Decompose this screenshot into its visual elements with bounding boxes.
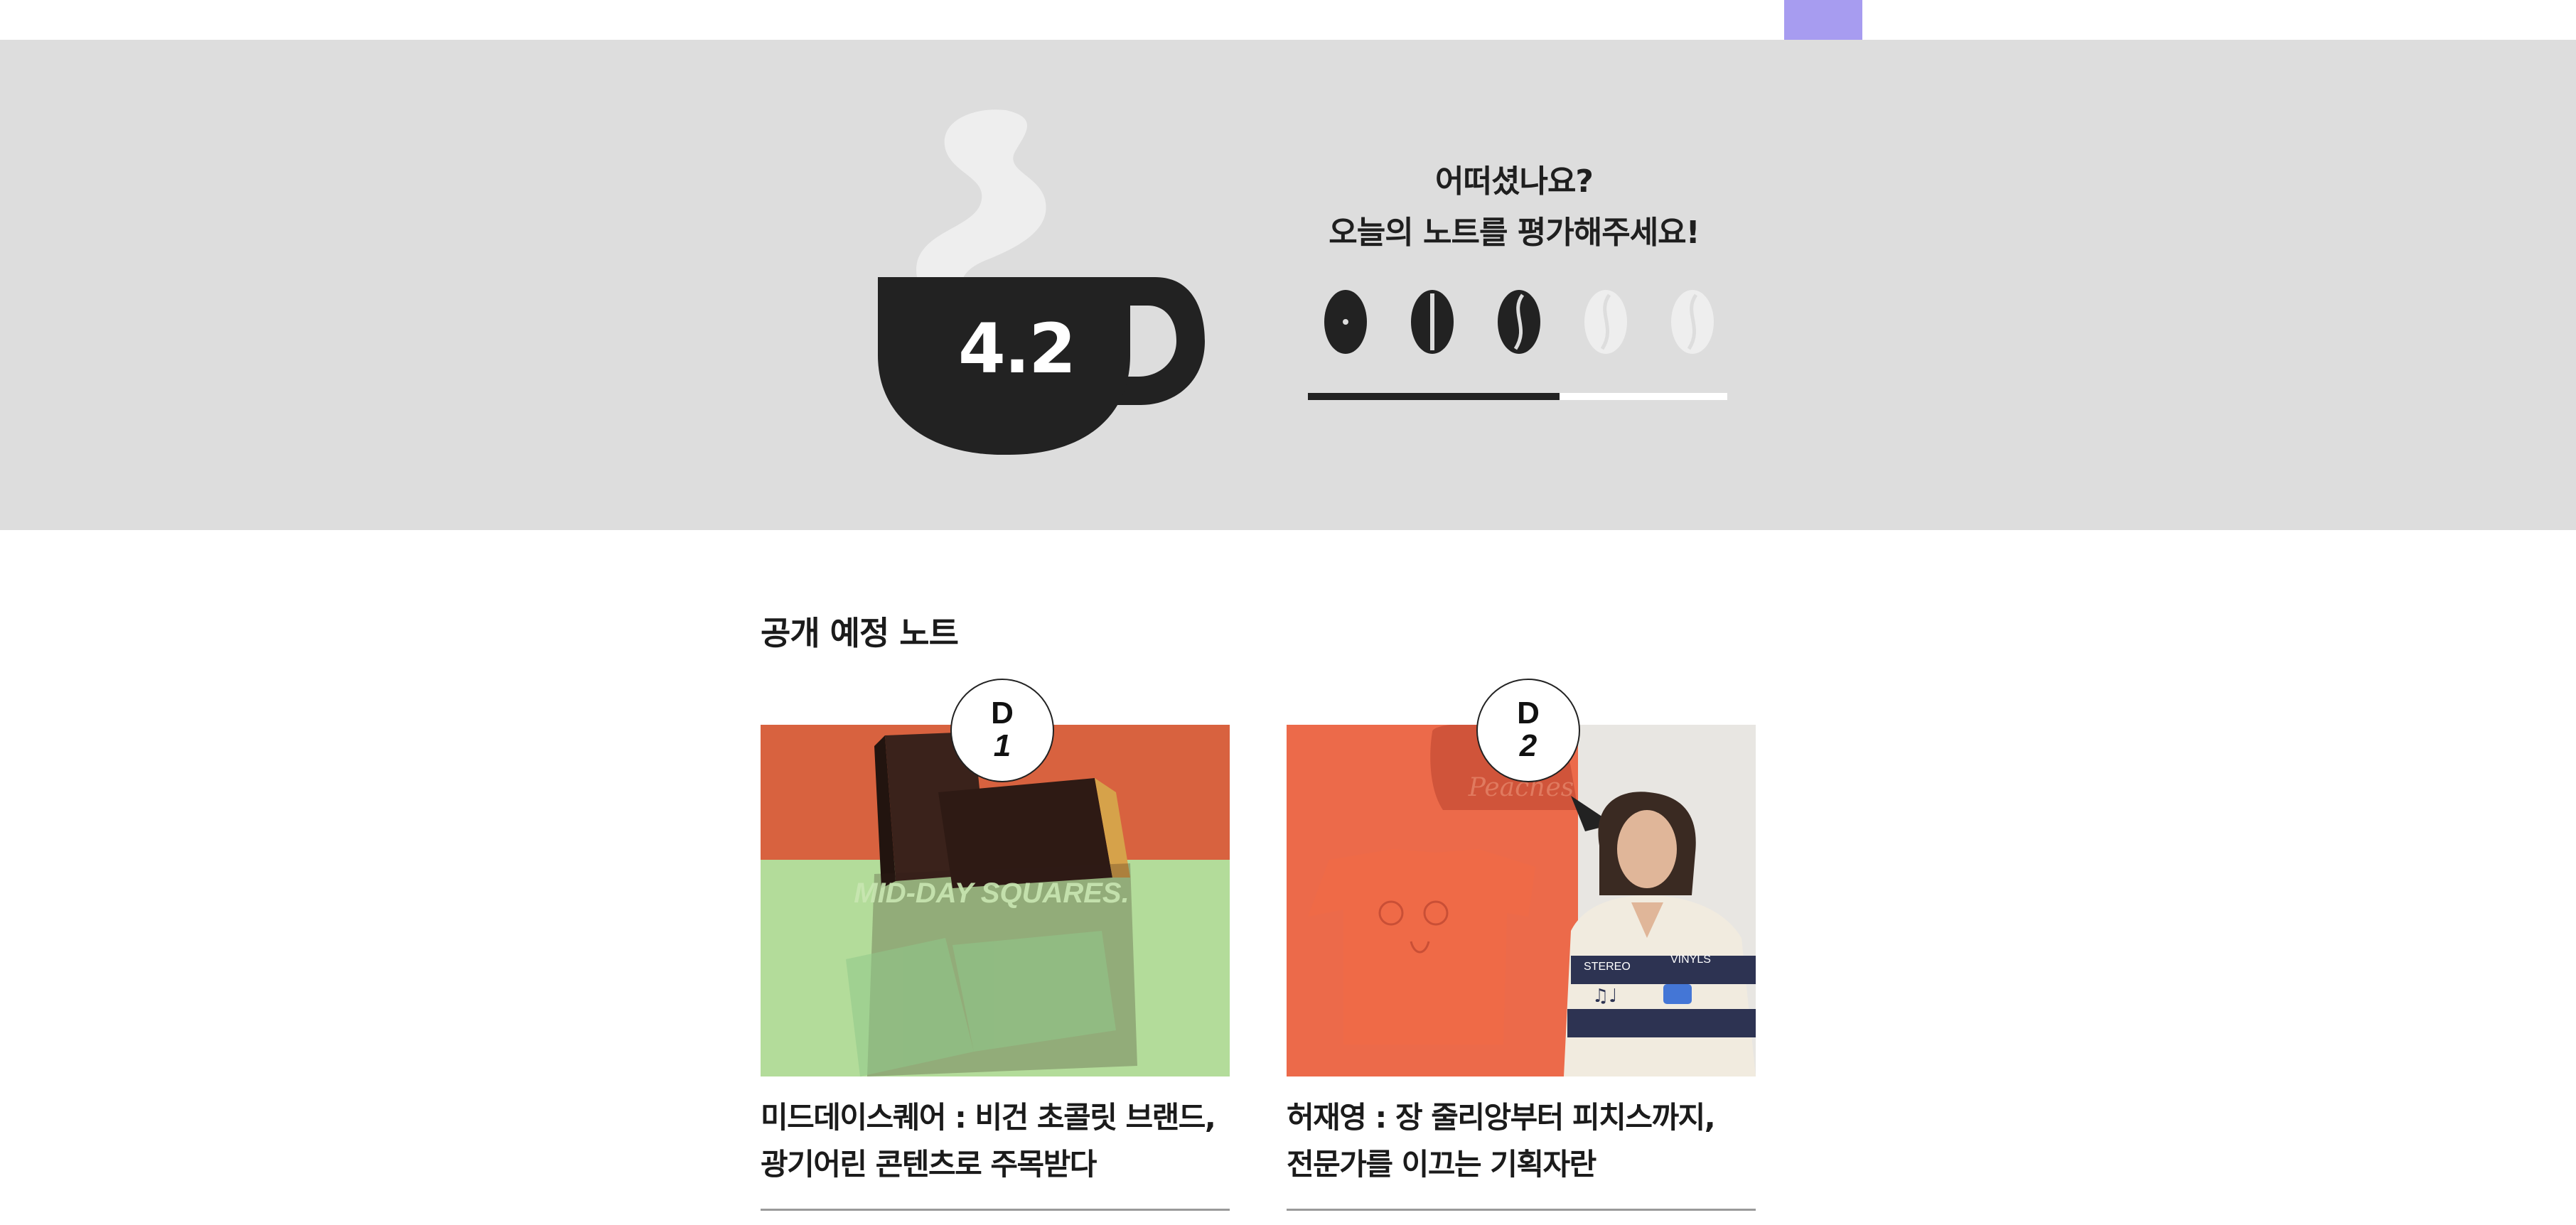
card-2-divider	[1287, 1209, 1756, 1211]
card-1-title-line2: 광기어린 콘텐츠로 주목받다	[761, 1147, 1097, 1182]
rating-prompt-line2: 오늘의 노트를 평가해주세요!	[1329, 215, 1700, 251]
coffee-cup-icon	[878, 109, 1205, 455]
bean-rating-selector	[1308, 288, 1734, 366]
rating-prompt-line1: 어떠셨나요?	[1435, 163, 1594, 200]
card-2-title-line2: 전문가를 이끄는 기획자란	[1287, 1147, 1596, 1182]
coffee-bean-5-icon[interactable]	[1669, 288, 1716, 356]
card-1-title-line1: 미드데이스퀘어 : 비건 초콜릿 브랜드,	[761, 1100, 1216, 1135]
dday-2-number: 2	[1519, 728, 1537, 763]
dday-1-letter: D	[991, 696, 1014, 730]
dday-badge-2: D 2	[1476, 679, 1580, 782]
rating-score: 4.2	[957, 309, 1076, 389]
page: 4.2 어떠셨나요? 오늘의 노트를 평가해주세요! 공개 예정 노트 MID-…	[0, 0, 2576, 1225]
dday-2-letter: D	[1517, 696, 1540, 730]
section-title-upcoming-notes: 공개 예정 노트	[761, 614, 959, 652]
coffee-cup-illustration: 4.2	[874, 107, 1215, 462]
card-2-title[interactable]: 허재영 : 장 줄리앙부터 피치스까지, 전문가를 이끄는 기획자란	[1287, 1094, 1784, 1188]
rating-progress-track	[1308, 393, 1727, 400]
card-2-image-text-1: STEREO	[1584, 961, 1631, 973]
dday-badge-1: D 1	[950, 679, 1054, 782]
coffee-bean-4-icon[interactable]	[1582, 288, 1629, 356]
coffee-bean-3-icon[interactable]	[1496, 288, 1542, 356]
svg-text:♫♩: ♫♩	[1592, 986, 1618, 1007]
card-2-title-line1: 허재영 : 장 줄리앙부터 피치스까지,	[1287, 1100, 1716, 1135]
rating-prompt: 어떠셨나요? 오늘의 노트를 평가해주세요!	[1272, 156, 1756, 259]
upcoming-note-card-2[interactable]: Peaches STEREO VINYLS ♫♩ D 2 허재영: 장 줄리앙…	[1287, 679, 1756, 1225]
rating-section	[0, 40, 2576, 530]
card-1-divider	[761, 1209, 1230, 1211]
rating-progress-fill	[1308, 393, 1560, 400]
coffee-bean-1-icon[interactable]	[1322, 288, 1369, 356]
card-1-image-text: MID-DAY SQUARES.	[854, 878, 1129, 909]
upcoming-note-card-1[interactable]: MID-DAY SQUARES. D 1 미드데이스퀘어 : 비건 초콜릿 브랜…	[761, 679, 1230, 1225]
accent-tab[interactable]	[1784, 0, 1862, 40]
coffee-bean-2-icon[interactable]	[1409, 288, 1456, 356]
dday-1-number: 1	[993, 728, 1011, 763]
card-2-image-text-2: VINYLS	[1670, 954, 1711, 966]
card-1-title[interactable]: 미드데이스퀘어 : 비건 초콜릿 브랜드, 광기어린 콘텐츠로 주목받다	[761, 1094, 1258, 1188]
